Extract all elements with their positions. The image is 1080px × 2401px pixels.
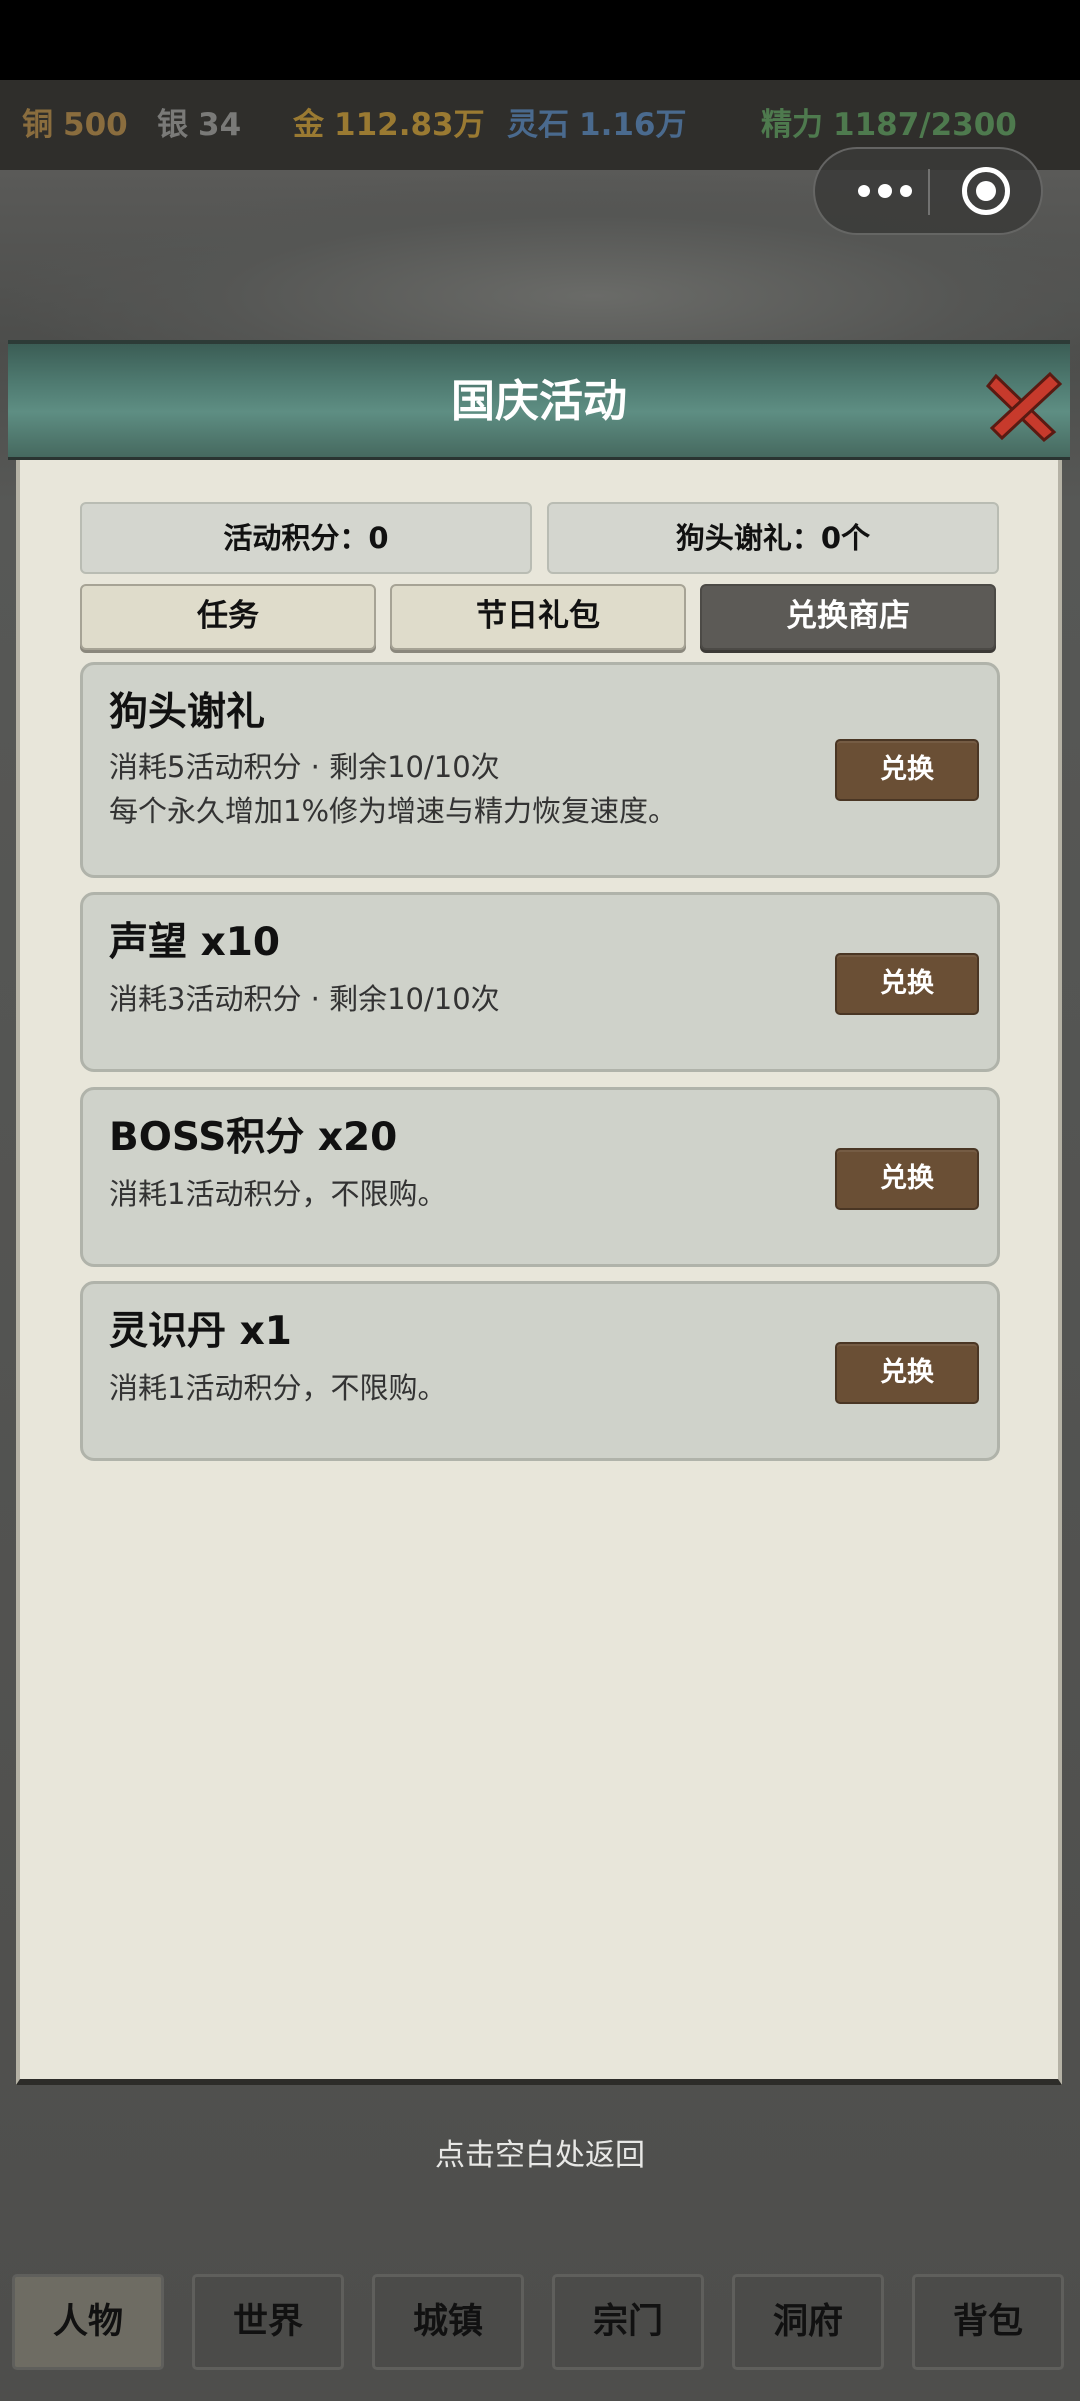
item-title: 狗头谢礼 <box>109 690 266 735</box>
energy-label: 精力 <box>761 107 823 143</box>
more-icon[interactable] <box>845 149 925 233</box>
tab-exchange-shop[interactable]: 兑换商店 <box>700 584 996 650</box>
capsule-divider <box>928 169 930 215</box>
shop-item-card: 狗头谢礼 消耗5活动积分 · 剩余10/10次 每个永久增加1%修为增速与精力恢… <box>80 662 1000 878</box>
nav-backpack[interactable]: 背包 <box>912 2274 1064 2370</box>
tab-tasks[interactable]: 任务 <box>80 584 376 650</box>
dialog-header: 国庆活动 <box>8 340 1070 460</box>
dialog-title: 国庆活动 <box>451 376 627 427</box>
tap-to-return-hint: 点击空白处返回 <box>435 2138 645 2173</box>
nav-town[interactable]: 城镇 <box>372 2274 524 2370</box>
item-cost: 消耗1活动积分，不限购。 <box>109 1371 447 1405</box>
nav-world[interactable]: 世界 <box>192 2274 344 2370</box>
dog-gift-stat: 狗头谢礼：0个 <box>547 502 999 574</box>
spirit-stone-value: 1.16万 <box>579 107 687 143</box>
shop-item-card: BOSS积分 x20 消耗1活动积分，不限购。 兑换 <box>80 1087 1000 1267</box>
silver-label: 银 <box>157 107 188 143</box>
mini-program-capsule <box>813 147 1043 235</box>
item-title: 声望 x10 <box>109 920 281 965</box>
item-cost: 消耗1活动积分，不限购。 <box>109 1177 447 1211</box>
gold-label: 金 <box>293 107 324 143</box>
shop-item-card: 灵识丹 x1 消耗1活动积分，不限购。 兑换 <box>80 1281 1000 1461</box>
nav-character[interactable]: 人物 <box>12 2274 164 2370</box>
gold-value: 112.83万 <box>334 107 485 143</box>
status-bar <box>0 0 1080 80</box>
spirit-stone-resource: 灵石 1.16万 <box>507 80 687 170</box>
silver-resource: 银 34 <box>157 80 241 170</box>
spirit-stone-label: 灵石 <box>507 107 569 143</box>
copper-resource: 铜 500 <box>22 80 128 170</box>
gold-resource: 金 112.83万 <box>293 80 485 170</box>
item-title: BOSS积分 x20 <box>109 1115 398 1160</box>
item-title: 灵识丹 x1 <box>109 1309 292 1354</box>
item-description: 每个永久增加1%修为增速与精力恢复速度。 <box>109 794 678 828</box>
nav-sect[interactable]: 宗门 <box>552 2274 704 2370</box>
item-cost: 消耗3活动积分 · 剩余10/10次 <box>109 982 500 1016</box>
item-cost: 消耗5活动积分 · 剩余10/10次 <box>109 750 500 784</box>
copper-value: 500 <box>63 107 128 143</box>
energy-value: 1187/2300 <box>833 107 1017 143</box>
exchange-button[interactable]: 兑换 <box>835 1148 979 1210</box>
silver-value: 34 <box>198 107 242 143</box>
close-miniprogram-icon[interactable] <box>962 167 1010 215</box>
tab-holiday-pack[interactable]: 节日礼包 <box>390 584 686 650</box>
exchange-button[interactable]: 兑换 <box>835 953 979 1015</box>
activity-points-stat: 活动积分：0 <box>80 502 532 574</box>
exchange-button[interactable]: 兑换 <box>835 1342 979 1404</box>
bottom-nav: 人物 世界 城镇 宗门 洞府 背包 <box>0 2268 1080 2401</box>
copper-label: 铜 <box>22 107 53 143</box>
exchange-button[interactable]: 兑换 <box>835 739 979 801</box>
close-icon[interactable] <box>984 366 1064 446</box>
shop-item-card: 声望 x10 消耗3活动积分 · 剩余10/10次 兑换 <box>80 892 1000 1072</box>
nav-cave[interactable]: 洞府 <box>732 2274 884 2370</box>
